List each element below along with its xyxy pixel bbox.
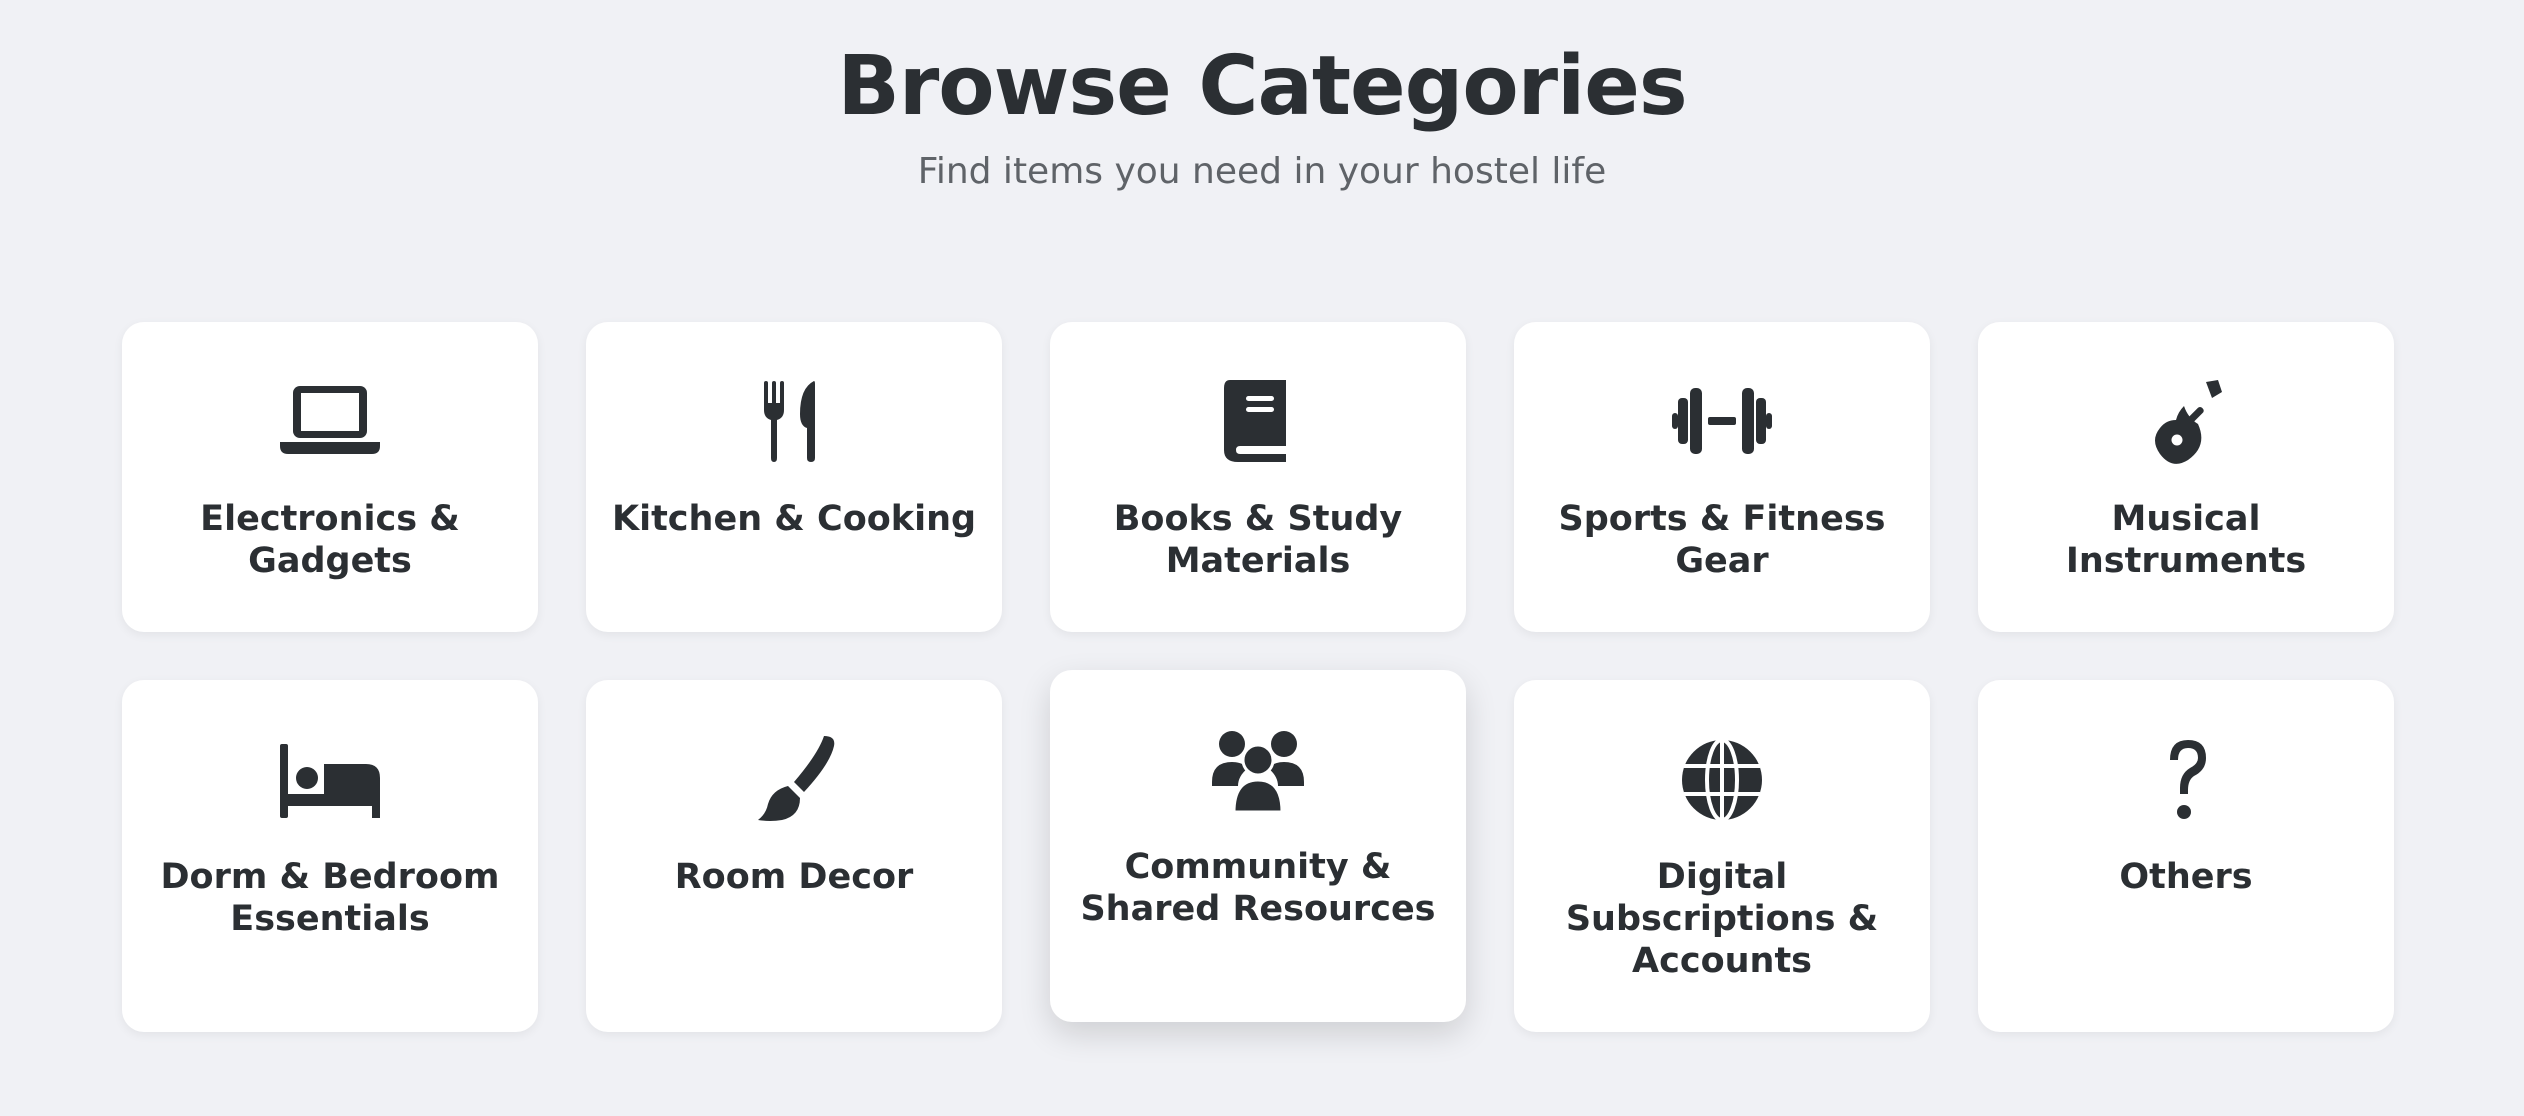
category-label: Room Decor [674,857,914,897]
category-card-electronics[interactable]: Electronics & Gadgets [122,322,538,632]
question-icon [2136,734,2236,824]
page-title: Browse Categories [837,39,1687,134]
category-card-musical[interactable]: Musical Instruments [1978,322,2394,632]
category-label: Musical Instruments [2065,499,2307,581]
users-icon [1208,724,1308,814]
category-card-dorm[interactable]: Dorm & Bedroom Essentials [122,680,538,1032]
dumbbell-icon [1672,376,1772,466]
category-card-others[interactable]: Others [1978,680,2394,1032]
category-label: Community & Shared Resources [1080,847,1436,929]
paintbrush-icon [744,734,844,824]
category-label: Books & Study Materials [1113,499,1403,581]
category-card-books[interactable]: Books & Study Materials [1050,322,1466,632]
page-subtitle: Find items you need in your hostel life [917,151,1607,192]
category-label: Sports & Fitness Gear [1558,499,1886,581]
category-card-digital[interactable]: Digital Subscriptions & Accounts [1514,680,1930,1032]
category-card-sports[interactable]: Sports & Fitness Gear [1514,322,1930,632]
guitar-icon [2136,376,2236,466]
bed-icon [280,734,380,824]
category-card-community[interactable]: Community & Shared Resources [1050,670,1466,1022]
category-label: Dorm & Bedroom Essentials [160,857,500,939]
category-label: Electronics & Gadgets [200,499,460,581]
book-icon [1208,376,1308,466]
category-label: Kitchen & Cooking [611,499,977,539]
laptop-icon [280,376,380,466]
globe-icon [1672,734,1772,824]
categories-page: Browse Categories Find items you need in… [0,0,2524,1116]
category-label: Others [2119,857,2253,897]
utensils-icon [744,376,844,466]
category-card-kitchen[interactable]: Kitchen & Cooking [586,322,1002,632]
category-card-room-decor[interactable]: Room Decor [586,680,1002,1032]
category-label: Digital Subscriptions & Accounts [1565,857,1879,981]
